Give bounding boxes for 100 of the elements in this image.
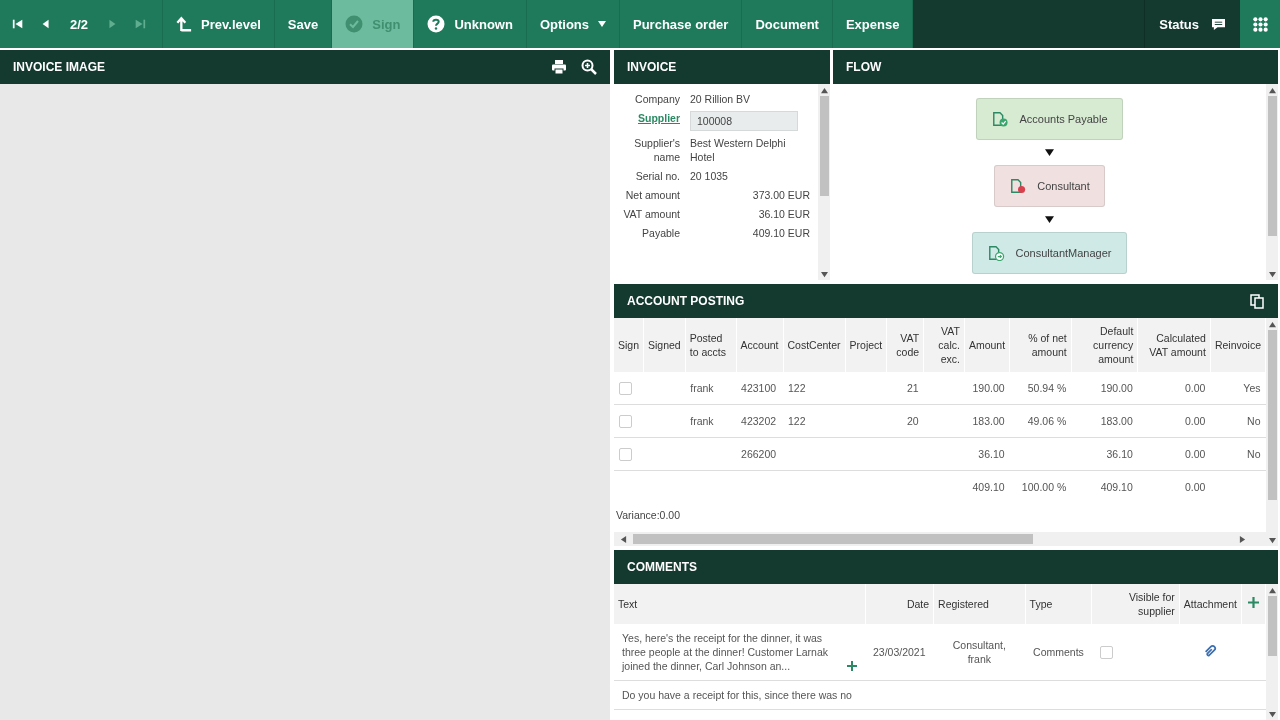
field-value: Best Western Delphi Hotel [690, 136, 787, 164]
field-value: 409.10 EUR [751, 226, 810, 240]
checkbox[interactable] [1099, 646, 1113, 660]
table-cell: 423202 [741, 415, 777, 427]
scroll-up-icon[interactable] [1268, 586, 1276, 594]
question-icon [427, 15, 446, 33]
document-check-icon [991, 111, 1010, 127]
column-header: Visible for supplier [1091, 584, 1180, 624]
table-cell: Yes [1243, 382, 1261, 394]
expand-icon[interactable] [847, 661, 857, 671]
variance-text: Variance:0.00 [615, 508, 681, 523]
caret-icon[interactable] [598, 20, 606, 28]
column-header: VAT calc. exc. [923, 318, 965, 372]
column-header: Default currency amount [1071, 318, 1138, 372]
column-header: Reinvoice [1210, 318, 1266, 372]
scrollbar-thumb[interactable] [1267, 596, 1277, 656]
toolbar-button[interactable]: Document [742, 0, 833, 48]
column-header: Signed [643, 318, 686, 372]
toolbar-button[interactable]: Options [526, 0, 620, 48]
table-cell: 21 [906, 382, 919, 394]
column-header: CostCenter [783, 318, 846, 372]
table-cell: 0.00 [1184, 415, 1206, 427]
comment-icon [1211, 17, 1226, 31]
scroll-up-icon[interactable] [1268, 86, 1276, 94]
add-icon[interactable] [1248, 597, 1259, 608]
table-cell: 183.00 [1100, 415, 1133, 427]
page-counter: 2/2 [69, 16, 90, 32]
document-arrow-icon [987, 245, 1006, 261]
table-cell: 423100 [741, 382, 777, 394]
table-cell: 122 [788, 382, 806, 394]
scroll-left-icon[interactable] [620, 535, 627, 543]
toolbar-button[interactable]: Expense [832, 0, 914, 48]
input-field[interactable]: 100008 [690, 111, 798, 131]
table-cell: 0.00 [1184, 448, 1206, 460]
column-header: Calculated VAT amount [1137, 318, 1211, 372]
table-cell: 183.00 [972, 415, 1005, 427]
scroll-right-icon[interactable] [1239, 535, 1246, 543]
column-header: Attachment [1179, 584, 1242, 624]
column-header: Posted to accts [685, 318, 737, 372]
table-cell: 36.10 [1106, 448, 1133, 460]
scrollbar-thumb[interactable] [633, 534, 1033, 544]
table-cell: 0.00 [1184, 382, 1206, 394]
column-header: Date [865, 584, 934, 624]
table-cell: frank [690, 382, 714, 394]
scroll-down-icon[interactable] [1268, 536, 1276, 544]
paperclip-icon[interactable] [1203, 643, 1218, 658]
column-header: Sign [614, 318, 644, 372]
column-header: Registered [933, 584, 1026, 624]
scroll-up-icon[interactable] [820, 86, 828, 94]
table-cell: No [1247, 448, 1261, 460]
table-cell: 50.94 % [1027, 382, 1067, 394]
scroll-up-icon[interactable] [1268, 320, 1276, 328]
first-page-icon[interactable] [12, 18, 24, 30]
panel-title: ACCOUNT POSTING [627, 294, 746, 308]
scroll-down-icon[interactable] [820, 270, 828, 278]
table-cell: Consultant, frank [952, 639, 1006, 665]
comment-text: Do you have a receipt for this, since there was no [622, 688, 852, 702]
level-up-icon [176, 15, 193, 33]
node-label: ConsultantManager [1015, 247, 1112, 259]
table-cell: 36.10 [978, 448, 1005, 460]
table-cell: 409.10 [972, 481, 1005, 493]
node-label: Consultant [1037, 180, 1090, 192]
toolbar-button[interactable]: Purchase order [620, 0, 743, 48]
down-arrow-icon [1045, 215, 1054, 224]
zoom-in-icon[interactable] [581, 59, 597, 75]
field-label: Payable [641, 226, 680, 240]
column-header: Text [614, 584, 865, 624]
table-cell: No [1247, 415, 1261, 427]
column-header: VAT code [886, 318, 924, 372]
print-icon[interactable] [551, 59, 567, 75]
table-cell: 266200 [741, 448, 777, 460]
copy-icon[interactable] [1249, 293, 1265, 309]
panel-title: COMMENTS [627, 560, 698, 574]
table-cell: 122 [788, 415, 806, 427]
scrollbar-thumb[interactable] [1267, 96, 1277, 236]
apps-grid-icon[interactable] [1252, 16, 1268, 32]
scrollbar-thumb[interactable] [1267, 330, 1277, 500]
table-cell: 0.00 [1184, 481, 1206, 493]
scrollbar-thumb[interactable] [819, 96, 829, 196]
field-link[interactable]: Supplier [620, 111, 680, 131]
check-circle-icon [345, 15, 364, 33]
column-header: Amount [964, 318, 1010, 372]
table-cell: 20 [906, 415, 919, 427]
scroll-down-icon[interactable] [1268, 710, 1276, 718]
table-cell: 23/03/2021 [873, 646, 926, 658]
panel-title: INVOICE [627, 60, 678, 74]
column-header: % of net amount [1009, 318, 1072, 372]
checkbox[interactable] [619, 414, 632, 428]
scroll-down-icon[interactable] [1268, 270, 1276, 278]
column-header: Type [1025, 584, 1092, 624]
toolbar-button[interactable]: Unknown [414, 0, 527, 48]
checkbox[interactable] [619, 381, 632, 395]
field-label: Serial no. [634, 169, 680, 183]
checkbox[interactable] [619, 447, 632, 461]
table-cell: 100.00 % [1021, 481, 1067, 493]
toolbar-button[interactable]: Prev.level [163, 0, 275, 48]
down-arrow-icon [1045, 148, 1054, 157]
prev-page-icon[interactable] [40, 18, 52, 30]
table-cell: 49.06 % [1027, 415, 1067, 427]
field-value: 20 Rillion BV [690, 92, 752, 106]
